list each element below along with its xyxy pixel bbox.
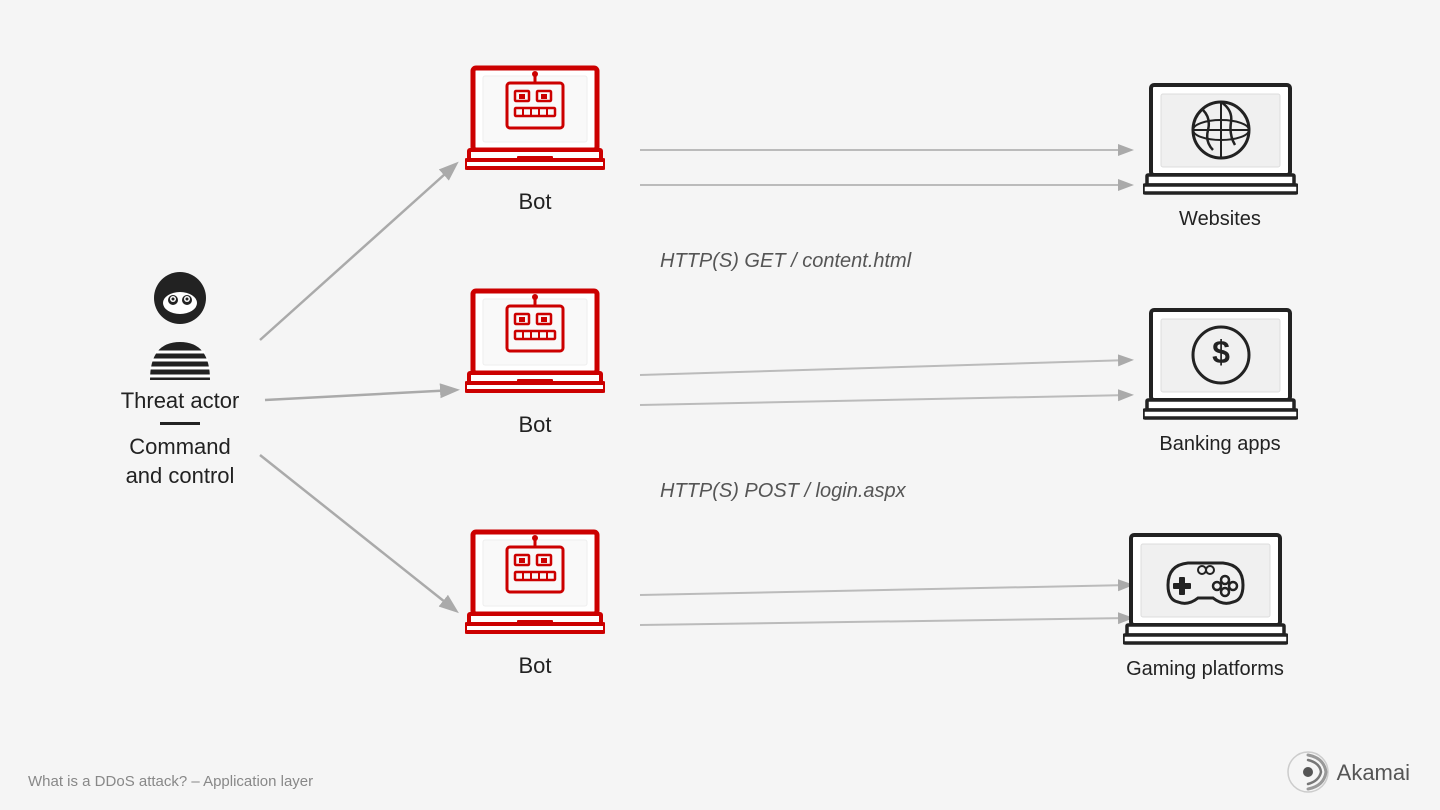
footer-text: What is a DDoS attack? – Application lay… xyxy=(28,773,313,790)
gaming-laptop-icon xyxy=(1123,530,1288,650)
threat-actor: Threat actor Commandand control xyxy=(90,270,270,491)
target-banking-label: Banking apps xyxy=(1159,433,1280,456)
akamai-wordmark: Akamai xyxy=(1337,760,1410,786)
bot-label-1: Bot xyxy=(518,189,551,215)
target-websites: Websites xyxy=(1130,80,1310,231)
svg-text:$: $ xyxy=(1212,334,1230,370)
threat-actor-icon xyxy=(130,270,230,380)
diagram-container: Threat actor Commandand control xyxy=(0,0,1440,810)
target-banking: $ Banking apps xyxy=(1130,305,1310,456)
bot-laptop-1 xyxy=(465,63,605,183)
bot-label-3: Bot xyxy=(518,653,551,679)
target-websites-label: Websites xyxy=(1179,208,1261,231)
bot-section-3: Bot xyxy=(455,527,615,679)
bot-label-2: Bot xyxy=(518,412,551,438)
bot-section-1: Bot xyxy=(455,63,615,215)
threat-actor-label: Threat actor xyxy=(121,388,240,414)
http-label-2: HTTP(S) POST / login.aspx xyxy=(660,480,906,503)
website-laptop-icon xyxy=(1143,80,1298,200)
threat-actor-sublabel: Commandand control xyxy=(126,433,235,490)
http-label-1: HTTP(S) GET / content.html xyxy=(660,250,911,273)
bot-section-2: Bot xyxy=(455,286,615,438)
bot-laptop-2 xyxy=(465,286,605,406)
akamai-logo: Akamai xyxy=(1286,750,1410,795)
threat-actor-divider xyxy=(160,422,200,425)
target-gaming: Gaming platforms xyxy=(1115,530,1295,681)
bot-laptop-3 xyxy=(465,527,605,647)
banking-laptop-icon: $ xyxy=(1143,305,1298,425)
target-gaming-label: Gaming platforms xyxy=(1110,658,1300,681)
akamai-icon xyxy=(1286,750,1331,795)
